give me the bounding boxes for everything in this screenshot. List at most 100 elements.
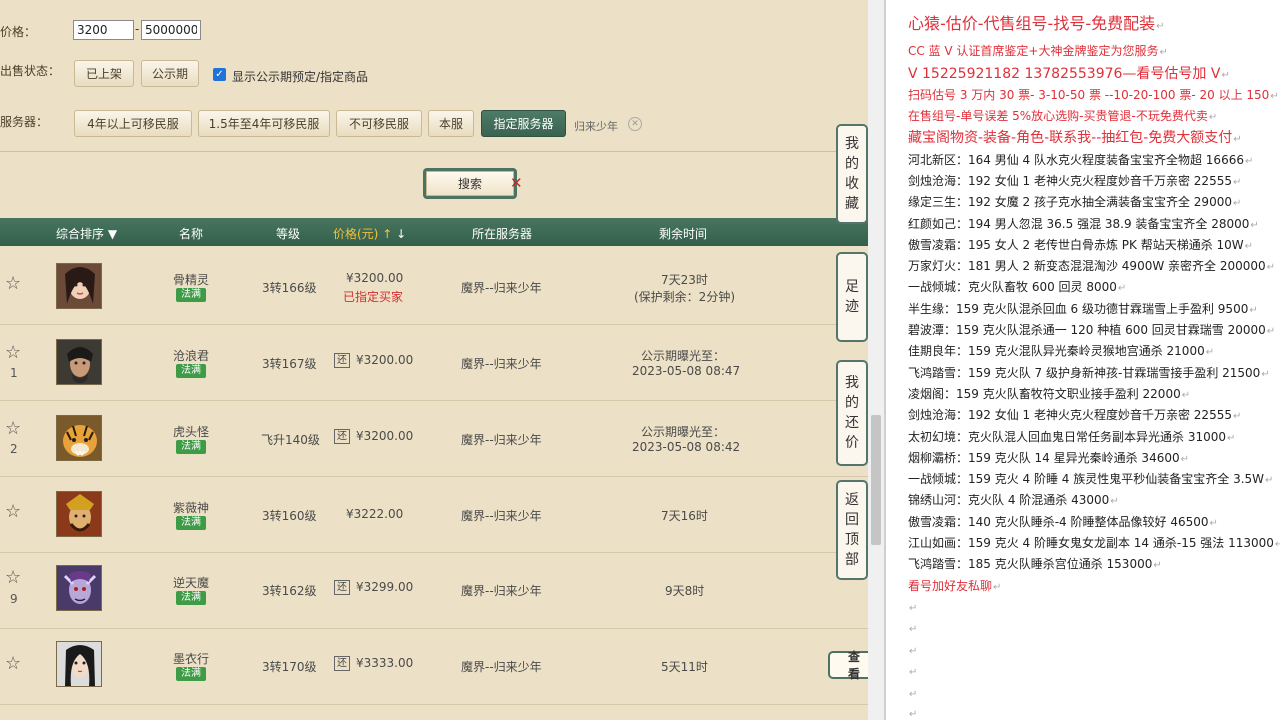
public-period-button[interactable]: 公示期	[141, 60, 199, 87]
notes-line: 佳期良年：159 克火混队异光秦岭灵猴地宫通杀 21000↵	[908, 344, 1215, 358]
bargain-icon[interactable]: 还	[334, 429, 350, 444]
server-header: 所在服务器	[472, 227, 533, 241]
price-min-input[interactable]	[73, 20, 134, 40]
bargain-icon[interactable]: 还	[334, 353, 350, 368]
notes-line: 缘定三生：192 女魔 2 孩子克水抽全满装备宝宝齐全 29000↵	[908, 195, 1242, 209]
avatar	[56, 339, 102, 385]
notes-line: 凌烟阁：159 克火队畜牧符文职业接手盈利 22000↵	[908, 387, 1191, 401]
notes-line: 河北新区：164 男仙 4 队水克火程度装备宝宝齐全物超 16666↵	[908, 153, 1254, 167]
school-badge: 法满	[176, 440, 206, 454]
empty-paragraph: ↵	[909, 646, 918, 657]
avatar	[56, 641, 102, 687]
char-name[interactable]: 逆天魔	[173, 574, 209, 591]
table-row[interactable]: ☆ 骨精灵 法满 3转166级 ¥3200.00 已指定买家 魔界--归来少年 …	[0, 249, 868, 325]
public-period-date: 2023-05-08 08:47	[632, 364, 741, 378]
char-name[interactable]: 沧浪君	[173, 347, 209, 364]
my-offers-tab[interactable]: 我的还价	[836, 360, 868, 466]
char-name[interactable]: 骨精灵	[173, 271, 209, 288]
empty-paragraph: ↵	[909, 689, 918, 700]
notes-line: 烟柳灞桥：159 克火队 14 星异光秦岭通杀 34600↵	[908, 451, 1189, 465]
on-shelf-button[interactable]: 已上架	[74, 60, 134, 87]
school-badge: 法满	[176, 591, 206, 605]
notes-line: 扫码估号 3 万内 30 票- 3-10-50 票 --10-20-100 票-…	[908, 88, 1279, 102]
my-favorites-tab[interactable]: 我的收藏	[836, 124, 868, 224]
table-row[interactable]: ☆ 9 逆天魔 法满 3转162级 还 ¥3299.00 魔界--归来少年 9天8…	[0, 553, 868, 629]
server-this-button[interactable]: 本服	[428, 110, 474, 137]
notes-line: 剑烛沧海：192 女仙 1 老神火克火程度妙音千万亲密 22555↵	[908, 408, 1242, 422]
favorite-star-icon[interactable]: ☆	[5, 567, 21, 588]
server-1-5yr-button[interactable]: 1.5年至4年可移民服	[198, 110, 330, 137]
scrollbar-thumb[interactable]	[871, 415, 881, 545]
remaining-time: 9天8时	[665, 584, 705, 598]
char-price: 还 ¥3299.00	[334, 580, 413, 595]
price-sort-header[interactable]: 价格(元) ↑ ↓	[333, 225, 406, 242]
table-row[interactable]: ☆ 2 虎头怪 法满 飞升140级 还 ¥3200.00 魔界--归来少年 公示期…	[0, 401, 868, 477]
table-row[interactable]: ☆ 墨衣行 法满 3转170级 还 ¥3333.00 魔界--归来少年 5天11时	[0, 629, 868, 705]
notes-line: 碧波潭：159 克火队混杀通一 120 种植 600 回灵甘霖瑞雪 20000↵	[908, 323, 1276, 337]
notes-line: 傲雪凌霜：195 女人 2 老传世白骨赤炼 PK 帮站天梯通杀 10W↵	[908, 238, 1254, 252]
close-x-icon[interactable]: ✕	[510, 174, 523, 192]
public-period-label: 公示期曝光至：	[641, 349, 726, 363]
char-name[interactable]: 紫薇神	[173, 499, 209, 516]
notes-title: 心猿-估价-代售组号-找号-免费配装↵	[908, 14, 1165, 33]
char-name[interactable]: 虎头怪	[173, 423, 209, 440]
search-button[interactable]: 搜索	[423, 168, 517, 199]
favorite-star-icon[interactable]: ☆	[5, 501, 21, 522]
price-filter-label: 价格：	[0, 25, 37, 39]
public-period-date: 2023-05-08 08:42	[632, 440, 741, 454]
school-badge: 法满	[176, 667, 206, 681]
back-to-top-tab[interactable]: 返回顶部	[836, 480, 868, 580]
price-max-input[interactable]	[141, 20, 201, 40]
char-server: 魔界--归来少年	[461, 660, 542, 674]
notes-line: 一战倾城：克火队畜牧 600 回灵 8000↵	[908, 280, 1127, 294]
char-server: 魔界--归来少年	[461, 433, 542, 447]
show-reserved-label: 显示公示期预定/指定商品	[232, 70, 369, 84]
avatar	[56, 263, 102, 309]
row-rank: 9	[10, 592, 18, 606]
empty-paragraph: ↵	[909, 709, 918, 720]
protection-time: (保护剩余：2分钟)	[634, 290, 735, 304]
empty-paragraph: ↵	[909, 667, 918, 678]
bargain-icon[interactable]: 还	[334, 656, 350, 671]
notes-line: 一战倾城：159 克火 4 阶睡 4 族灵性鬼平秒仙装备宝宝齐全 3.5W↵	[908, 472, 1274, 486]
empty-paragraph: ↵	[909, 624, 918, 635]
char-price: ¥3200.00	[346, 271, 404, 285]
favorite-star-icon[interactable]: ☆	[5, 418, 21, 439]
char-level: 3转166级	[262, 281, 317, 295]
sort-comprehensive-header[interactable]: 综合排序 ▼	[56, 225, 117, 242]
favorite-star-icon[interactable]: ☆	[5, 342, 21, 363]
filter-divider	[0, 151, 868, 152]
price-range-dash: -	[135, 22, 140, 36]
public-period-label: 公示期曝光至：	[641, 425, 726, 439]
left-scrollbar[interactable]	[868, 0, 884, 720]
notes-line: 江山如画：159 克火 4 阶睡女鬼女龙副本 14 通杀-15 强法 11300…	[908, 536, 1280, 550]
char-server: 魔界--归来少年	[461, 509, 542, 523]
notes-line: 飞鸿踏雪：159 克火队 7 级护身新神孩-甘霖瑞雪接手盈利 21500↵	[908, 366, 1270, 380]
notes-line: 红颜如己：194 男人忽混 36.5 强混 38.9 装备宝宝齐全 28000↵	[908, 217, 1259, 231]
view-button[interactable]: 查看	[828, 650, 868, 681]
notes-line: 剑烛沧海：192 女仙 1 老神火克火程度妙音千万亲密 22555↵	[908, 174, 1242, 188]
server-nomigrate-button[interactable]: 不可移民服	[336, 110, 422, 137]
char-price: 还 ¥3200.00	[334, 429, 413, 444]
notes-footer: 看号加好友私聊↵	[908, 579, 1002, 593]
remaining-time: 7天16时	[661, 509, 708, 523]
table-row[interactable]: ☆ 1 沧浪君 法满 3转167级 还 ¥3200.00 魔界--归来少年 公示期…	[0, 325, 868, 401]
char-name[interactable]: 墨衣行	[173, 650, 209, 667]
notes-line: 傲雪凌霜：140 克火队睡杀-4 阶睡整体品像较好 46500↵	[908, 515, 1218, 529]
char-level: 3转167级	[262, 357, 317, 371]
bargain-icon[interactable]: 还	[334, 580, 350, 595]
favorite-star-icon[interactable]: ☆	[5, 653, 21, 674]
notes-line: 在售组号-单号误差 5%放心选购-买贵管退-不玩免费代卖↵	[908, 109, 1218, 123]
clear-server-icon[interactable]: ✕	[628, 117, 642, 131]
table-row[interactable]: ☆ 紫薇神 法满 3转160级 ¥3222.00 魔界--归来少年 7天16时	[0, 477, 868, 553]
selected-server-tag: 归来少年	[574, 120, 618, 133]
show-reserved-checkbox[interactable]: ✓	[213, 68, 226, 81]
favorite-star-icon[interactable]: ☆	[5, 273, 21, 294]
char-level: 3转160级	[262, 509, 317, 523]
footprints-tab[interactable]: 足迹	[836, 252, 868, 342]
server-specified-button[interactable]: 指定服务器	[481, 110, 566, 137]
notes-line: V 15225921182 13782553976—看号估号加 V↵	[908, 66, 1230, 82]
notes-line: 飞鸿踏雪：185 克火队睡杀宫位通杀 153000↵	[908, 557, 1162, 571]
sale-status-label: 出售状态：	[0, 64, 61, 78]
server-4yr-button[interactable]: 4年以上可移民服	[74, 110, 192, 137]
